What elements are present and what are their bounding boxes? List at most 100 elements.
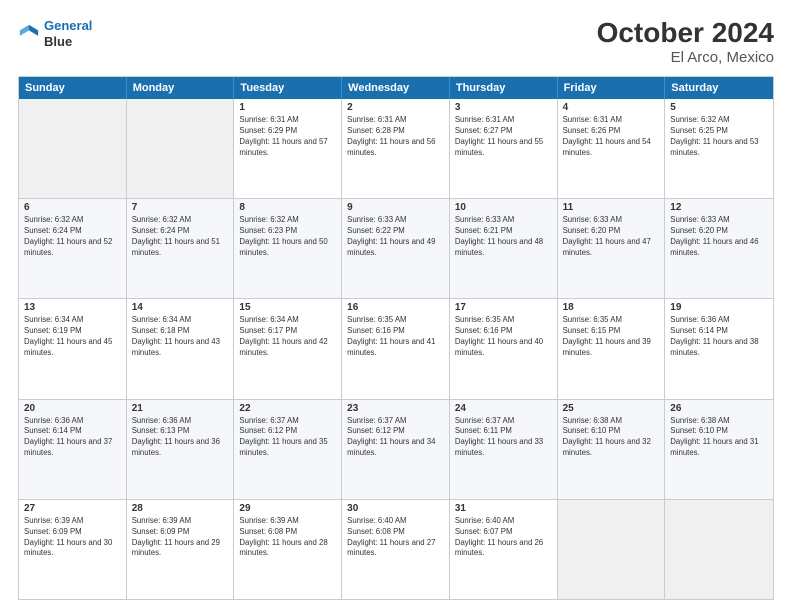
calendar-cell: 22 Sunrise: 6:37 AM Sunset: 6:12 PM Dayli… — [234, 400, 342, 499]
logo-line2: Blue — [44, 34, 92, 50]
day-info: Sunrise: 6:33 AM Sunset: 6:20 PM Dayligh… — [563, 215, 660, 259]
day-number: 27 — [24, 503, 121, 514]
calendar-cell: 4Sunrise: 6:31 AM Sunset: 6:26 PM Daylig… — [558, 99, 666, 198]
calendar-cell: 12Sunrise: 6:33 AM Sunset: 6:20 PM Dayli… — [665, 199, 773, 298]
day-of-week-monday: Monday — [127, 77, 235, 99]
header: General Blue October 2024 El Arco, Mexic… — [18, 18, 774, 66]
day-number: 3 — [455, 102, 552, 113]
calendar-cell: 2 Sunrise: 6:31 AM Sunset: 6:28 PM Daylig… — [342, 99, 450, 198]
day-info: Sunrise: 6:39 AM Sunset: 6:09 PM Dayligh… — [132, 516, 229, 560]
calendar: SundayMondayTuesdayWednesdayThursdayFrid… — [18, 76, 774, 600]
calendar-cell: 7Sunrise: 6:32 AM Sunset: 6:24 PM Daylig… — [127, 199, 235, 298]
day-info: Sunrise: 6:32 AM Sunset: 6:25 PM Dayligh… — [670, 115, 768, 159]
day-number: 22 — [239, 403, 336, 414]
day-number: 15 — [239, 302, 336, 313]
logo-text: General Blue — [44, 18, 92, 49]
calendar-cell — [19, 99, 127, 198]
day-of-week-wednesday: Wednesday — [342, 77, 450, 99]
calendar-cell: 3 Sunrise: 6:31 AM Sunset: 6:27 PM Daylig… — [450, 99, 558, 198]
day-info: Sunrise: 6:36 AM Sunset: 6:14 PM Dayligh… — [24, 416, 121, 460]
day-number: 28 — [132, 503, 229, 514]
day-info: Sunrise: 6:31 AM Sunset: 6:29 PM Dayligh… — [239, 115, 336, 159]
day-number: 9 — [347, 202, 444, 213]
day-number: 6 — [24, 202, 121, 213]
day-info: Sunrise: 6:33 AM Sunset: 6:21 PM Dayligh… — [455, 215, 552, 259]
calendar-cell — [665, 500, 773, 599]
calendar-cell: 31 Sunrise: 6:40 AM Sunset: 6:07 PM Dayli… — [450, 500, 558, 599]
day-info: Sunrise: 6:39 AM Sunset: 6:09 PM Dayligh… — [24, 516, 121, 560]
calendar-cell — [558, 500, 666, 599]
logo-line1: General — [44, 18, 92, 33]
day-info: Sunrise: 6:34 AM Sunset: 6:17 PM Dayligh… — [239, 315, 336, 359]
day-number: 4 — [563, 102, 660, 113]
logo: General Blue — [18, 18, 92, 49]
day-info: Sunrise: 6:36 AM Sunset: 6:14 PM Dayligh… — [670, 315, 768, 359]
day-number: 25 — [563, 403, 660, 414]
calendar-title: October 2024 — [597, 18, 774, 49]
day-info: Sunrise: 6:37 AM Sunset: 6:12 PM Dayligh… — [239, 416, 336, 460]
calendar-cell — [127, 99, 235, 198]
calendar-cell: 11 Sunrise: 6:33 AM Sunset: 6:20 PM Dayli… — [558, 199, 666, 298]
day-number: 24 — [455, 403, 552, 414]
day-info: Sunrise: 6:35 AM Sunset: 6:15 PM Dayligh… — [563, 315, 660, 359]
day-number: 29 — [239, 503, 336, 514]
day-number: 16 — [347, 302, 444, 313]
day-number: 2 — [347, 102, 444, 113]
calendar-cell: 28 Sunrise: 6:39 AM Sunset: 6:09 PM Dayli… — [127, 500, 235, 599]
day-info: Sunrise: 6:33 AM Sunset: 6:22 PM Dayligh… — [347, 215, 444, 259]
day-info: Sunrise: 6:34 AM Sunset: 6:18 PM Dayligh… — [132, 315, 229, 359]
day-number: 21 — [132, 403, 229, 414]
day-number: 1 — [239, 102, 336, 113]
day-number: 31 — [455, 503, 552, 514]
day-info: Sunrise: 6:33 AM Sunset: 6:20 PM Dayligh… — [670, 215, 768, 259]
calendar-week-5: 27 Sunrise: 6:39 AM Sunset: 6:09 PM Dayli… — [19, 499, 773, 599]
day-number: 5 — [670, 102, 768, 113]
calendar-cell: 26 Sunrise: 6:38 AM Sunset: 6:10 PM Dayli… — [665, 400, 773, 499]
day-of-week-tuesday: Tuesday — [234, 77, 342, 99]
day-info: Sunrise: 6:38 AM Sunset: 6:10 PM Dayligh… — [670, 416, 768, 460]
day-info: Sunrise: 6:32 AM Sunset: 6:24 PM Dayligh… — [24, 215, 121, 259]
day-number: 26 — [670, 403, 768, 414]
calendar-cell: 1 Sunrise: 6:31 AM Sunset: 6:29 PM Daylig… — [234, 99, 342, 198]
day-info: Sunrise: 6:36 AM Sunset: 6:13 PM Dayligh… — [132, 416, 229, 460]
calendar-cell: 21 Sunrise: 6:36 AM Sunset: 6:13 PM Dayli… — [127, 400, 235, 499]
calendar-week-3: 13 Sunrise: 6:34 AM Sunset: 6:19 PM Dayli… — [19, 298, 773, 398]
title-block: October 2024 El Arco, Mexico — [597, 18, 774, 66]
day-info: Sunrise: 6:35 AM Sunset: 6:16 PM Dayligh… — [347, 315, 444, 359]
calendar-cell: 6 Sunrise: 6:32 AM Sunset: 6:24 PM Daylig… — [19, 199, 127, 298]
day-info: Sunrise: 6:37 AM Sunset: 6:11 PM Dayligh… — [455, 416, 552, 460]
calendar-week-2: 6 Sunrise: 6:32 AM Sunset: 6:24 PM Daylig… — [19, 198, 773, 298]
day-info: Sunrise: 6:37 AM Sunset: 6:12 PM Dayligh… — [347, 416, 444, 460]
day-of-week-friday: Friday — [558, 77, 666, 99]
calendar-cell: 9 Sunrise: 6:33 AM Sunset: 6:22 PM Daylig… — [342, 199, 450, 298]
calendar-cell: 24 Sunrise: 6:37 AM Sunset: 6:11 PM Dayli… — [450, 400, 558, 499]
day-number: 11 — [563, 202, 660, 213]
day-number: 23 — [347, 403, 444, 414]
calendar-cell: 18 Sunrise: 6:35 AM Sunset: 6:15 PM Dayli… — [558, 299, 666, 398]
day-number: 17 — [455, 302, 552, 313]
calendar-subtitle: El Arco, Mexico — [597, 49, 774, 66]
day-number: 13 — [24, 302, 121, 313]
calendar-header: SundayMondayTuesdayWednesdayThursdayFrid… — [19, 77, 773, 99]
calendar-cell: 8Sunrise: 6:32 AM Sunset: 6:23 PM Daylig… — [234, 199, 342, 298]
calendar-cell: 10 Sunrise: 6:33 AM Sunset: 6:21 PM Dayli… — [450, 199, 558, 298]
day-info: Sunrise: 6:38 AM Sunset: 6:10 PM Dayligh… — [563, 416, 660, 460]
day-number: 10 — [455, 202, 552, 213]
calendar-cell: 20 Sunrise: 6:36 AM Sunset: 6:14 PM Dayli… — [19, 400, 127, 499]
day-info: Sunrise: 6:40 AM Sunset: 6:07 PM Dayligh… — [455, 516, 552, 560]
day-info: Sunrise: 6:34 AM Sunset: 6:19 PM Dayligh… — [24, 315, 121, 359]
calendar-cell: 16 Sunrise: 6:35 AM Sunset: 6:16 PM Dayli… — [342, 299, 450, 398]
day-number: 7 — [132, 202, 229, 213]
day-of-week-sunday: Sunday — [19, 77, 127, 99]
day-info: Sunrise: 6:40 AM Sunset: 6:08 PM Dayligh… — [347, 516, 444, 560]
calendar-cell: 30Sunrise: 6:40 AM Sunset: 6:08 PM Dayli… — [342, 500, 450, 599]
day-info: Sunrise: 6:31 AM Sunset: 6:28 PM Dayligh… — [347, 115, 444, 159]
day-number: 18 — [563, 302, 660, 313]
calendar-cell: 25 Sunrise: 6:38 AM Sunset: 6:10 PM Dayli… — [558, 400, 666, 499]
day-info: Sunrise: 6:31 AM Sunset: 6:27 PM Dayligh… — [455, 115, 552, 159]
day-number: 20 — [24, 403, 121, 414]
calendar-cell: 29Sunrise: 6:39 AM Sunset: 6:08 PM Dayli… — [234, 500, 342, 599]
page: General Blue October 2024 El Arco, Mexic… — [0, 0, 792, 612]
calendar-cell: 19Sunrise: 6:36 AM Sunset: 6:14 PM Dayli… — [665, 299, 773, 398]
day-info: Sunrise: 6:32 AM Sunset: 6:23 PM Dayligh… — [239, 215, 336, 259]
